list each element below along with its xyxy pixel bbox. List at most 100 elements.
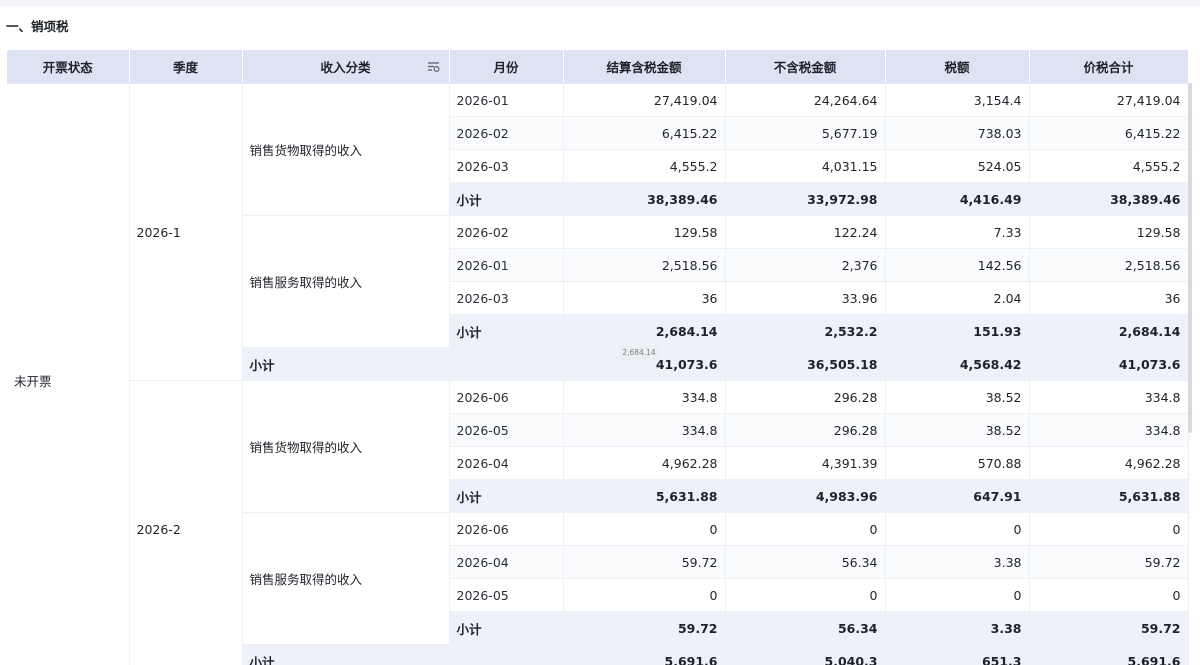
cell-amount-excl-tax[interactable]: 0	[725, 578, 886, 612]
header-settled-amount-incl-tax[interactable]: 结算含税金额	[563, 50, 726, 84]
cell-income-category[interactable]: 销售服务取得的收入	[242, 215, 450, 348]
cell-settled-amount-incl-tax[interactable]: 4,962.28	[563, 446, 726, 480]
filter-sort-icon[interactable]	[427, 60, 440, 73]
cell-amount-excl-tax[interactable]: 5,677.19	[725, 116, 886, 150]
cell-tax-amount[interactable]: 2.04	[885, 281, 1030, 315]
category-subtotal-tax-amount[interactable]: 647.91	[885, 479, 1030, 513]
category-subtotal-amount-excl-tax[interactable]: 2,532.2	[725, 314, 886, 348]
cell-tax-amount[interactable]: 38.52	[885, 413, 1030, 447]
category-subtotal-settled-amount-incl-tax[interactable]: 38,389.46	[563, 182, 726, 216]
cell-month[interactable]: 2026-05	[449, 578, 564, 612]
cell-month[interactable]: 2026-06	[449, 380, 564, 414]
cell-total-incl-tax[interactable]: 27,419.04	[1029, 83, 1189, 117]
cell-amount-excl-tax[interactable]: 4,031.15	[725, 149, 886, 183]
cell-settled-amount-incl-tax[interactable]: 27,419.04	[563, 83, 726, 117]
cell-month[interactable]: 2026-01	[449, 248, 564, 282]
cell-total-incl-tax[interactable]: 36	[1029, 281, 1189, 315]
category-subtotal-total-incl-tax[interactable]: 59.72	[1029, 611, 1189, 645]
category-subtotal-total-incl-tax[interactable]: 38,389.46	[1029, 182, 1189, 216]
cell-tax-amount[interactable]: 524.05	[885, 149, 1030, 183]
category-subtotal-tax-amount[interactable]: 3.38	[885, 611, 1030, 645]
cell-income-category[interactable]: 销售货物取得的收入	[242, 380, 450, 513]
cell-tax-amount[interactable]: 738.03	[885, 116, 1030, 150]
quarter-subtotal-amount-excl-tax[interactable]: 36,505.18	[725, 347, 886, 381]
cell-month[interactable]: 2026-02	[449, 215, 564, 249]
cell-total-incl-tax[interactable]: 0	[1029, 512, 1189, 546]
quarter-subtotal-total-incl-tax[interactable]: 41,073.6	[1029, 347, 1189, 381]
quarter-subtotal-amount-excl-tax[interactable]: 5,040.3	[725, 644, 886, 665]
header-amount-excl-tax[interactable]: 不含税金额	[725, 50, 886, 84]
cell-settled-amount-incl-tax[interactable]: 0	[563, 578, 726, 612]
cell-settled-amount-incl-tax[interactable]: 334.8	[563, 380, 726, 414]
category-subtotal-settled-amount-incl-tax[interactable]: 2,684.14	[563, 314, 726, 348]
cell-tax-amount[interactable]: 38.52	[885, 380, 1030, 414]
cell-month[interactable]: 2026-03	[449, 281, 564, 315]
category-subtotal-total-incl-tax[interactable]: 5,631.88	[1029, 479, 1189, 513]
cell-total-incl-tax[interactable]: 4,962.28	[1029, 446, 1189, 480]
cell-settled-amount-incl-tax[interactable]: 4,555.2	[563, 149, 726, 183]
cell-month[interactable]: 2026-04	[449, 446, 564, 480]
cell-settled-amount-incl-tax[interactable]: 6,415.22	[563, 116, 726, 150]
header-invoice-status[interactable]: 开票状态	[7, 50, 130, 84]
category-subtotal-tax-amount[interactable]: 151.93	[885, 314, 1030, 348]
cell-tax-amount[interactable]: 142.56	[885, 248, 1030, 282]
cell-amount-excl-tax[interactable]: 2,376	[725, 248, 886, 282]
cell-month[interactable]: 2026-05	[449, 413, 564, 447]
category-subtotal-tax-amount[interactable]: 4,416.49	[885, 182, 1030, 216]
cell-amount-excl-tax[interactable]: 24,264.64	[725, 83, 886, 117]
quarter-subtotal-settled-amount-incl-tax[interactable]: 5,691.6	[563, 644, 726, 665]
cell-total-incl-tax[interactable]: 0	[1029, 578, 1189, 612]
category-subtotal-amount-excl-tax[interactable]: 33,972.98	[725, 182, 886, 216]
cell-quarter[interactable]: 2026-1	[129, 83, 243, 381]
header-income-category[interactable]: 收入分类	[242, 50, 450, 84]
cell-month[interactable]: 2026-02	[449, 116, 564, 150]
header-month[interactable]: 月份	[449, 50, 564, 84]
category-subtotal-total-incl-tax[interactable]: 2,684.14	[1029, 314, 1189, 348]
cell-tax-amount[interactable]: 570.88	[885, 446, 1030, 480]
cell-income-category[interactable]: 销售货物取得的收入	[242, 83, 450, 216]
cell-amount-excl-tax[interactable]: 122.24	[725, 215, 886, 249]
cell-income-category[interactable]: 销售服务取得的收入	[242, 512, 450, 645]
cell-total-incl-tax[interactable]: 129.58	[1029, 215, 1189, 249]
cell-month[interactable]: 2026-03	[449, 149, 564, 183]
report-table-container[interactable]: 开票状态 季度 收入分类 月份 结算含税金额 不含税金额 税额 价税合计 未开票…	[7, 50, 1195, 665]
quarter-subtotal-total-incl-tax[interactable]: 5,691.6	[1029, 644, 1189, 665]
cell-amount-excl-tax[interactable]: 33.96	[725, 281, 886, 315]
cell-amount-excl-tax[interactable]: 4,391.39	[725, 446, 886, 480]
cell-invoice-status[interactable]: 未开票	[7, 83, 130, 665]
cell-total-incl-tax[interactable]: 59.72	[1029, 545, 1189, 579]
cell-tax-amount[interactable]: 7.33	[885, 215, 1030, 249]
cell-month[interactable]: 2026-06	[449, 512, 564, 546]
cell-settled-amount-incl-tax[interactable]: 2,518.56	[563, 248, 726, 282]
category-subtotal-amount-excl-tax[interactable]: 56.34	[725, 611, 886, 645]
cell-settled-amount-incl-tax[interactable]: 36	[563, 281, 726, 315]
category-subtotal-amount-excl-tax[interactable]: 4,983.96	[725, 479, 886, 513]
header-total-incl-tax[interactable]: 价税合计	[1029, 50, 1189, 84]
quarter-subtotal-tax-amount[interactable]: 4,568.42	[885, 347, 1030, 381]
cell-total-incl-tax[interactable]: 334.8	[1029, 413, 1189, 447]
cell-total-incl-tax[interactable]: 6,415.22	[1029, 116, 1189, 150]
cell-settled-amount-incl-tax[interactable]: 59.72	[563, 545, 726, 579]
cell-tax-amount[interactable]: 0	[885, 512, 1030, 546]
cell-settled-amount-incl-tax[interactable]: 129.58	[563, 215, 726, 249]
quarter-subtotal-tax-amount[interactable]: 651.3	[885, 644, 1030, 665]
cell-quarter[interactable]: 2026-2	[129, 380, 243, 665]
cell-amount-excl-tax[interactable]: 56.34	[725, 545, 886, 579]
vertical-scrollbar[interactable]	[1188, 83, 1192, 433]
cell-settled-amount-incl-tax[interactable]: 334.8	[563, 413, 726, 447]
cell-total-incl-tax[interactable]: 4,555.2	[1029, 149, 1189, 183]
cell-amount-excl-tax[interactable]: 296.28	[725, 413, 886, 447]
category-subtotal-settled-amount-incl-tax[interactable]: 5,631.88	[563, 479, 726, 513]
cell-tax-amount[interactable]: 3,154.4	[885, 83, 1030, 117]
cell-month[interactable]: 2026-04	[449, 545, 564, 579]
cell-month[interactable]: 2026-01	[449, 83, 564, 117]
header-tax-amount[interactable]: 税额	[885, 50, 1030, 84]
cell-amount-excl-tax[interactable]: 296.28	[725, 380, 886, 414]
cell-total-incl-tax[interactable]: 2,518.56	[1029, 248, 1189, 282]
header-quarter[interactable]: 季度	[129, 50, 243, 84]
category-subtotal-settled-amount-incl-tax[interactable]: 59.72	[563, 611, 726, 645]
cell-total-incl-tax[interactable]: 334.8	[1029, 380, 1189, 414]
cell-amount-excl-tax[interactable]: 0	[725, 512, 886, 546]
cell-tax-amount[interactable]: 0	[885, 578, 1030, 612]
cell-settled-amount-incl-tax[interactable]: 0	[563, 512, 726, 546]
